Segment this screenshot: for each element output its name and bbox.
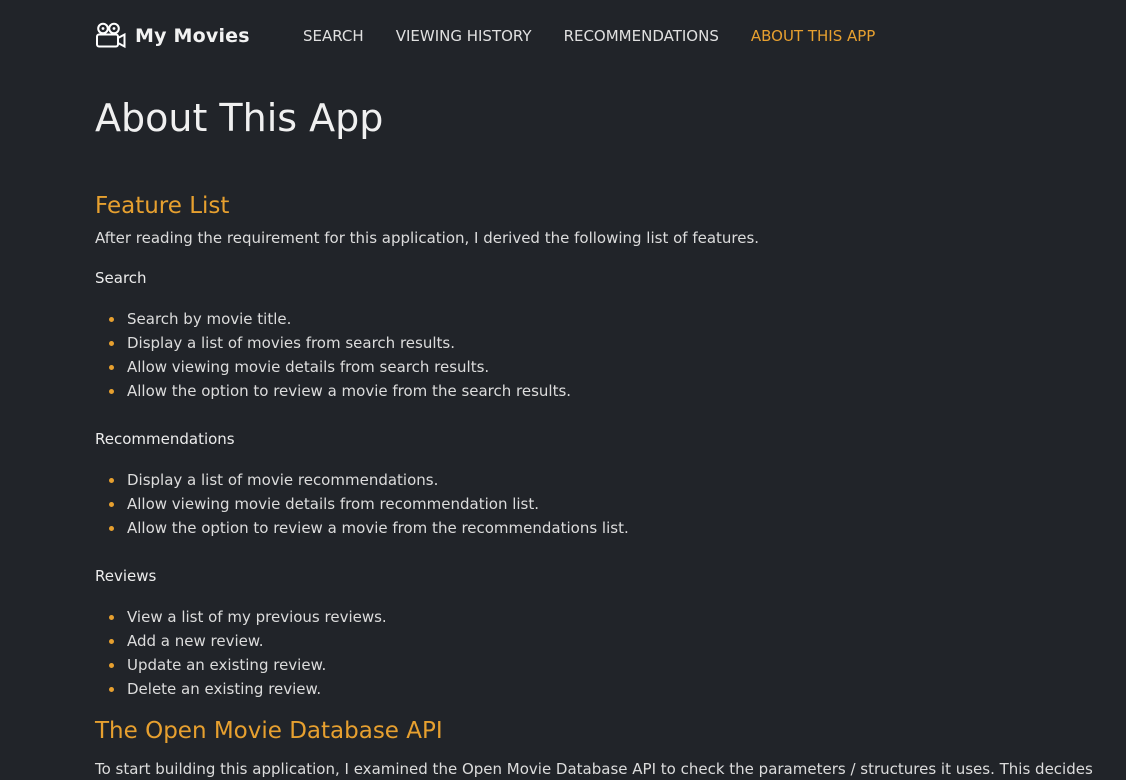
page-title: About This App	[95, 96, 384, 140]
movie-camera-icon	[95, 22, 126, 50]
api-text: To start building this application, I ex…	[95, 760, 1093, 778]
list-item: Delete an existing review.	[109, 677, 1055, 701]
list-item: Allow viewing movie details from search …	[109, 355, 1055, 379]
list-item: Add a new review.	[109, 629, 1055, 653]
brand-name: My Movies	[135, 25, 250, 47]
feature-list-heading: Feature List	[95, 193, 230, 219]
group-title-search: Search	[95, 269, 147, 287]
list-item: Display a list of movies from search res…	[109, 331, 1055, 355]
nav-link-about[interactable]: ABOUT THIS APP	[751, 26, 876, 46]
group-title-recommendations: Recommendations	[95, 430, 235, 448]
nav-link-viewing-history[interactable]: VIEWING HISTORY	[396, 26, 532, 46]
nav-link-search[interactable]: SEARCH	[303, 26, 364, 46]
main-content: About This App Feature List After readin…	[95, 90, 1093, 780]
api-heading: The Open Movie Database API	[95, 718, 443, 744]
recommendations-features: Recommendations Display a list of movie …	[95, 428, 1055, 540]
recommendations-feature-list: Display a list of movie recommendations.…	[95, 468, 1055, 540]
main-nav: SEARCH VIEWING HISTORY RECOMMENDATIONS A…	[303, 26, 875, 46]
list-item: Allow the option to review a movie from …	[109, 516, 1055, 540]
list-item: Display a list of movie recommendations.	[109, 468, 1055, 492]
search-feature-list: Search by movie title. Display a list of…	[95, 307, 1055, 403]
nav-link-recommendations[interactable]: RECOMMENDATIONS	[564, 26, 719, 46]
list-item: Search by movie title.	[109, 307, 1055, 331]
group-title-reviews: Reviews	[95, 567, 157, 585]
list-item: Allow viewing movie details from recomme…	[109, 492, 1055, 516]
list-item: Update an existing review.	[109, 653, 1055, 677]
reviews-features: Reviews View a list of my previous revie…	[95, 565, 1055, 701]
intro-text: After reading the requirement for this a…	[95, 229, 760, 247]
brand-link[interactable]: My Movies	[95, 20, 250, 52]
list-item: Allow the option to review a movie from …	[109, 379, 1055, 403]
list-item: View a list of my previous reviews.	[109, 605, 1055, 629]
navbar: My Movies SEARCH VIEWING HISTORY RECOMME…	[0, 0, 1126, 72]
reviews-feature-list: View a list of my previous reviews. Add …	[95, 605, 1055, 701]
search-features: Search Search by movie title. Display a …	[95, 267, 1055, 403]
